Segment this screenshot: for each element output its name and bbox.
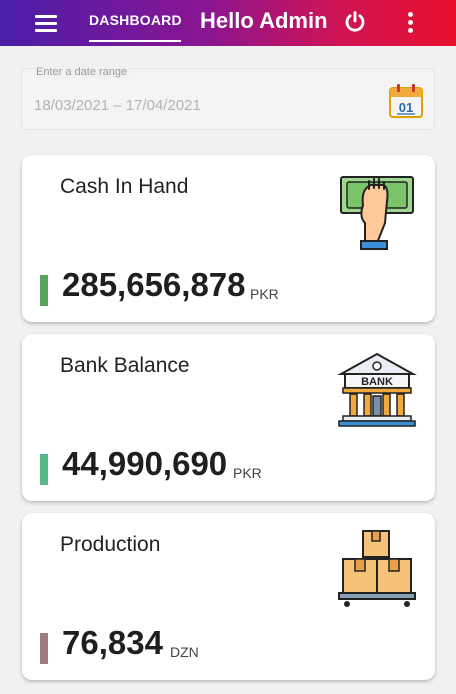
- greeting-title: Hello Admin: [200, 8, 328, 33]
- card-unit: PKR: [233, 465, 262, 481]
- tab-indicator: [89, 40, 181, 42]
- menu-icon[interactable]: [35, 15, 59, 33]
- app-header: DASHBOARD Hello Admin: [0, 0, 456, 46]
- card-value: 76,834: [62, 624, 163, 661]
- bank-icon: BANK: [337, 352, 417, 427]
- card-value: 44,990,690: [62, 445, 228, 482]
- calendar-day-text: 01: [399, 100, 413, 115]
- date-range-label: Enter a date range: [34, 66, 130, 78]
- value-indicator-bar: [40, 633, 48, 664]
- card-title: Bank Balance: [60, 354, 190, 377]
- boxes-icon: [338, 530, 416, 607]
- bank-balance-card[interactable]: Bank Balance BANK 44,990,690 PKR: [22, 334, 435, 501]
- calendar-icon[interactable]: 01: [387, 81, 425, 119]
- value-indicator-bar: [40, 454, 48, 485]
- card-value: 285,656,878: [62, 266, 246, 303]
- card-title: Production: [60, 533, 161, 556]
- bank-icon-text: BANK: [361, 376, 393, 388]
- date-range-field[interactable]: Enter a date range 18/03/2021 – 17/04/20…: [21, 66, 435, 130]
- cash-in-hand-card[interactable]: Cash In Hand 285,656,878 PKR: [22, 155, 435, 322]
- more-vert-icon[interactable]: [405, 12, 415, 36]
- card-unit: PKR: [250, 286, 279, 302]
- date-range-value: 18/03/2021 – 17/04/2021: [34, 97, 201, 114]
- power-icon[interactable]: [343, 10, 367, 34]
- value-indicator-bar: [40, 275, 48, 306]
- tab-dashboard[interactable]: DASHBOARD: [89, 12, 182, 28]
- card-unit: DZN: [170, 644, 199, 660]
- cash-hand-icon: [340, 176, 414, 250]
- card-title: Cash In Hand: [60, 175, 189, 198]
- production-card[interactable]: Production 76,834 DZN: [22, 513, 435, 680]
